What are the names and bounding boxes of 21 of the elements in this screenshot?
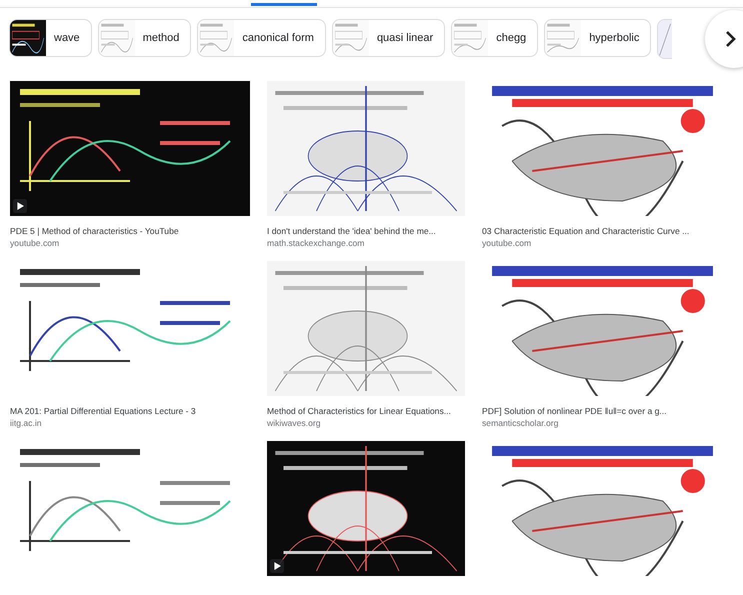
search-chip[interactable]: hyperbolic: [544, 19, 652, 57]
result-title[interactable]: 03 Characteristic Equation and Characteristic Curve ...: [482, 225, 723, 237]
result-title[interactable]: I don't understand the 'idea' behind the me...: [267, 225, 465, 237]
result-source: iitg.ac.in: [10, 418, 43, 429]
result-source: semanticscholar.org: [482, 418, 560, 429]
result-source: youtube.com: [10, 238, 60, 249]
result-title[interactable]: Method of Characteristics for Linear Equations...: [267, 405, 465, 417]
result-source: youtube.com: [482, 238, 532, 249]
result-source: math.stackexchange.com: [267, 238, 366, 249]
search-chip[interactable]: chegg: [451, 19, 538, 57]
play-icon: [270, 559, 284, 573]
result-title[interactable]: MA 201: Partial Differential Equations Lecture - 3: [10, 405, 250, 417]
play-icon: [13, 199, 27, 213]
search-chip[interactable]: quasi linear: [332, 19, 446, 57]
search-chip[interactable]: wave: [9, 19, 92, 57]
result-source: wikiwaves.org: [267, 418, 322, 429]
search-chip[interactable]: method: [98, 19, 192, 57]
result-title[interactable]: PDE 5 | Method of characteristics - YouTube: [10, 225, 250, 237]
result-title[interactable]: PDF] Solution of nonlinear PDE ‖u‖=c over a g...: [482, 405, 723, 417]
search-chip[interactable]: canonical form: [197, 19, 326, 57]
chevron-right-icon: [725, 30, 737, 48]
